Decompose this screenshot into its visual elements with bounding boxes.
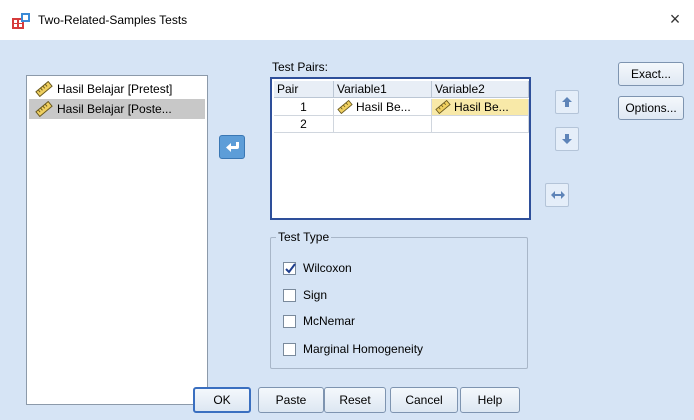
arrow-down-icon xyxy=(562,134,572,144)
pair-number-cell: 2 xyxy=(274,116,334,133)
test-pairs-table[interactable]: Pair Variable1 Variable2 1 Hasil Be... H… xyxy=(270,77,531,220)
move-up-button[interactable] xyxy=(555,90,579,114)
pair-variable1-cell[interactable] xyxy=(334,116,432,133)
test-type-legend: Test Type xyxy=(276,230,332,244)
arrow-up-icon xyxy=(562,97,572,107)
pair-variable2-cell[interactable]: Hasil Be... xyxy=(432,99,529,116)
options-button[interactable]: Options... xyxy=(618,96,684,120)
column-header-variable2: Variable2 xyxy=(432,81,529,98)
move-variable-button[interactable] xyxy=(219,135,245,159)
wilcoxon-label: Wilcoxon xyxy=(303,261,352,275)
scale-ruler-icon xyxy=(35,101,53,117)
cancel-button[interactable]: Cancel xyxy=(390,387,458,413)
scale-ruler-icon xyxy=(35,81,53,97)
marginal-homogeneity-checkbox[interactable] xyxy=(283,343,296,356)
variable-item-pretest[interactable]: Hasil Belajar [Pretest] xyxy=(29,79,205,99)
wilcoxon-checkbox[interactable] xyxy=(283,262,296,275)
marginal-homogeneity-label: Marginal Homogeneity xyxy=(303,342,424,356)
swap-variables-button[interactable] xyxy=(545,183,569,207)
paste-button[interactable]: Paste xyxy=(258,387,324,413)
exact-button[interactable]: Exact... xyxy=(618,62,684,86)
column-header-pair: Pair xyxy=(274,81,334,98)
mcnemar-label: McNemar xyxy=(303,314,356,328)
checkmark-icon xyxy=(285,263,296,274)
sign-checkbox[interactable] xyxy=(283,289,296,302)
reset-button[interactable]: Reset xyxy=(324,387,386,413)
help-button[interactable]: Help xyxy=(460,387,520,413)
variable-list[interactable]: Hasil Belajar [Pretest] Hasil Belajar [P… xyxy=(26,75,208,405)
window-title: Two-Related-Samples Tests xyxy=(38,13,188,27)
close-icon[interactable]: × xyxy=(664,8,686,30)
variable-label: Hasil Belajar [Pretest] xyxy=(57,82,173,96)
move-down-button[interactable] xyxy=(555,127,579,151)
ok-button[interactable]: OK xyxy=(193,387,251,413)
title-bar: Two-Related-Samples Tests × xyxy=(0,0,694,40)
spss-app-icon xyxy=(12,13,30,29)
test-type-group: Test Type Wilcoxon Sign McNemar Marginal… xyxy=(270,230,528,369)
scale-ruler-icon xyxy=(435,100,451,114)
mcnemar-checkbox[interactable] xyxy=(283,315,296,328)
sign-label: Sign xyxy=(303,288,328,302)
pair-number-cell: 1 xyxy=(274,99,334,116)
dialog-body: Hasil Belajar [Pretest] Hasil Belajar [P… xyxy=(0,40,694,420)
pair-variable1-cell[interactable]: Hasil Be... xyxy=(334,99,432,116)
test-pairs-label: Test Pairs: xyxy=(272,60,329,74)
column-header-variable1: Variable1 xyxy=(334,81,432,98)
pair-variable2-cell[interactable] xyxy=(432,116,529,133)
pair-variable1-label: Hasil Be... xyxy=(356,100,411,114)
pair-variable2-label: Hasil Be... xyxy=(454,100,509,114)
variable-label: Hasil Belajar [Poste... xyxy=(57,102,172,116)
swap-arrows-icon xyxy=(551,191,565,199)
scale-ruler-icon xyxy=(337,100,353,114)
variable-item-posttest[interactable]: Hasil Belajar [Poste... xyxy=(29,99,205,119)
arrow-left-icon xyxy=(226,142,239,152)
